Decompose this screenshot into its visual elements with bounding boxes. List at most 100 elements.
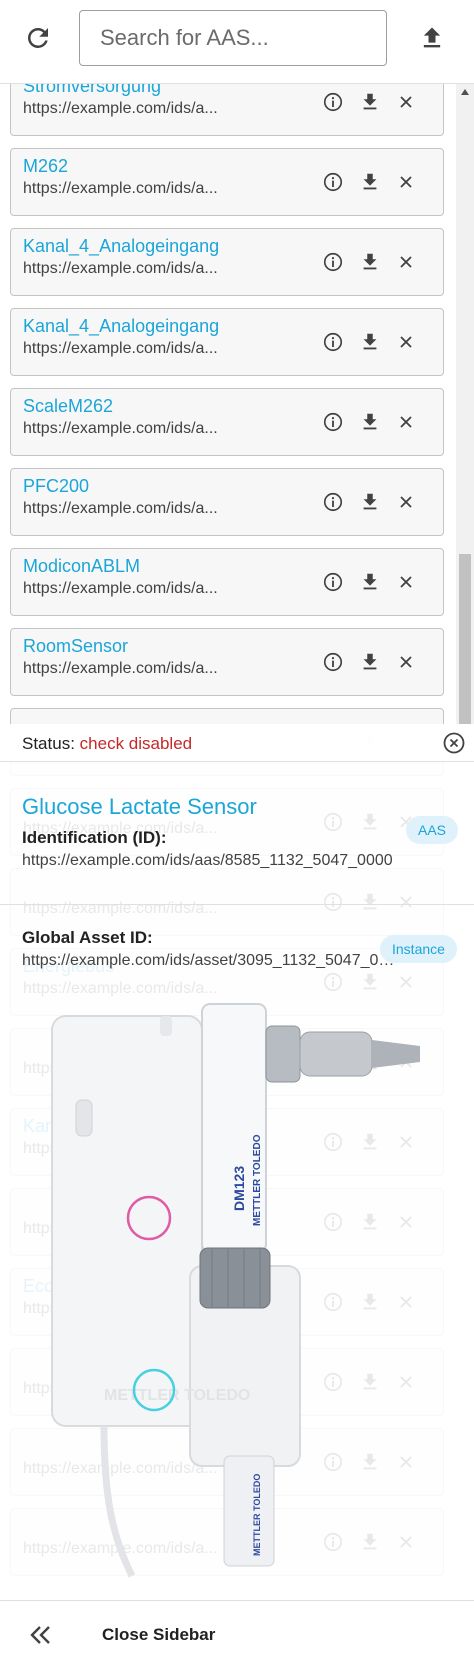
download-icon (363, 493, 377, 510)
download-icon (363, 253, 377, 270)
sidebar-footer: Close Sidebar (0, 1600, 474, 1669)
list-item-name: ScaleM262 (23, 396, 114, 416)
list-item[interactable]: RoomSensor https://example.com/ids/a... (10, 628, 444, 696)
list-item-id: https://example.com/ids/a... (23, 260, 218, 277)
list-item-name: RoomSensor (23, 636, 129, 656)
identification-value: https://example.com/ids/aas/8585_1132_50… (22, 852, 393, 869)
remove-button[interactable] (393, 409, 419, 435)
scrollbar-thumb[interactable] (459, 554, 471, 724)
top-toolbar (0, 0, 474, 84)
remove-button[interactable] (393, 89, 419, 115)
close-icon (400, 656, 412, 668)
aas-details-panel: Status: check disabled Glucose Lactate S… (0, 724, 474, 1600)
download-button[interactable] (357, 89, 383, 115)
list-item-id: https://example.com/ids/a... (23, 340, 218, 357)
info-button[interactable] (320, 89, 346, 115)
close-icon (400, 96, 412, 108)
info-icon (323, 172, 343, 192)
download-icon (363, 173, 377, 190)
status-text: Status: check disabled (22, 734, 192, 754)
download-icon (363, 573, 377, 590)
remove-button[interactable] (393, 169, 419, 195)
download-icon (363, 413, 377, 430)
list-item[interactable]: ModiconABLM https://example.com/ids/a... (10, 548, 444, 616)
close-circle-icon[interactable] (442, 731, 466, 755)
info-button[interactable] (320, 489, 346, 515)
product-model-label: DM123 (231, 1166, 247, 1211)
info-icon (323, 652, 343, 672)
list-item-name: Kanal_4_Analogeingang (23, 316, 220, 336)
list-item-id: https://example.com/ids/a... (23, 580, 218, 597)
info-icon (323, 92, 343, 112)
aas-chip: AAS (406, 816, 459, 844)
download-button[interactable] (357, 489, 383, 515)
list-item[interactable]: M262 https://example.com/ids/a... (10, 148, 444, 216)
remove-button[interactable] (393, 249, 419, 275)
info-button[interactable] (320, 409, 346, 435)
info-button[interactable] (320, 169, 346, 195)
list-item[interactable]: Kanal_4_Analogeingang https://example.com… (10, 228, 444, 296)
list-item-id: https://example.com/ids/a... (23, 180, 218, 197)
info-icon (323, 492, 343, 512)
remove-button[interactable] (393, 649, 419, 675)
download-button[interactable] (357, 169, 383, 195)
close-icon (400, 416, 412, 428)
list-item-name: ModiconABLM (23, 556, 141, 576)
list-scrollbar[interactable] (456, 84, 474, 724)
product-brand-label: METTLER TOLEDO (252, 1134, 263, 1226)
list-item-id: https://example.com/ids/a... (23, 660, 218, 677)
identification-label: Identification (ID): (22, 828, 167, 847)
download-button[interactable] (357, 249, 383, 275)
info-icon (323, 252, 343, 272)
list-item[interactable]: PFC200 https://example.com/ids/a... (10, 468, 444, 536)
list-item[interactable]: Stromversorgung https://example.com/ids/a… (10, 84, 444, 136)
info-icon (323, 412, 343, 432)
info-icon (323, 332, 343, 352)
probe-brand-label: METTLER TOLEDO (252, 1474, 262, 1556)
global-asset-value: https://example.com/ids/asset/3095_1132_… (22, 952, 400, 969)
list-item-name: PFC200 (23, 476, 90, 496)
scroll-up-arrow[interactable] (456, 88, 474, 102)
refresh-icon (28, 28, 48, 48)
close-icon (400, 496, 412, 508)
aas-title: Glucose Lactate Sensor (22, 794, 257, 819)
close-icon (400, 336, 412, 348)
remove-button[interactable] (393, 329, 419, 355)
download-icon (363, 333, 377, 350)
close-icon (400, 256, 412, 268)
list-item-id: https://example.com/ids/a... (23, 100, 218, 117)
info-button[interactable] (320, 649, 346, 675)
info-button[interactable] (320, 249, 346, 275)
status-label: Status: (22, 734, 75, 753)
download-button[interactable] (357, 649, 383, 675)
global-asset-label: Global Asset ID: (22, 928, 153, 947)
body-brand-label: METTLER TOLEDO (104, 1387, 250, 1404)
product-image: DM123 METTLER TOLEDO METTLER TOLEDO METT… (51, 1003, 420, 1578)
list-item-name: M262 (23, 156, 69, 176)
close-icon (400, 176, 412, 188)
list-item-name: Kanal_4_Analogeingang (23, 236, 220, 256)
refresh-button[interactable] (20, 20, 56, 56)
info-button[interactable] (320, 329, 346, 355)
upload-button[interactable] (414, 20, 450, 56)
search-input[interactable] (79, 10, 387, 66)
remove-button[interactable] (393, 489, 419, 515)
list-item-id: https://example.com/ids/a... (23, 420, 218, 437)
details-divider (0, 904, 474, 905)
download-button[interactable] (357, 569, 383, 595)
download-icon (363, 93, 377, 110)
close-sidebar-button[interactable]: Close Sidebar (102, 1625, 215, 1645)
instance-chip: Instance (380, 935, 457, 963)
download-icon (363, 653, 377, 670)
download-button[interactable] (357, 329, 383, 355)
list-item-name: Stromversorgung (23, 84, 162, 96)
remove-button[interactable] (393, 569, 419, 595)
download-button[interactable] (357, 409, 383, 435)
close-icon (400, 576, 412, 588)
list-item-id: https://example.com/ids/a... (23, 500, 218, 517)
info-icon (323, 572, 343, 592)
double-chevron-left-icon[interactable] (24, 1621, 56, 1649)
info-button[interactable] (320, 569, 346, 595)
list-item[interactable]: ScaleM262 https://example.com/ids/a... (10, 388, 444, 456)
list-item[interactable]: Kanal_4_Analogeingang https://example.com… (10, 308, 444, 376)
